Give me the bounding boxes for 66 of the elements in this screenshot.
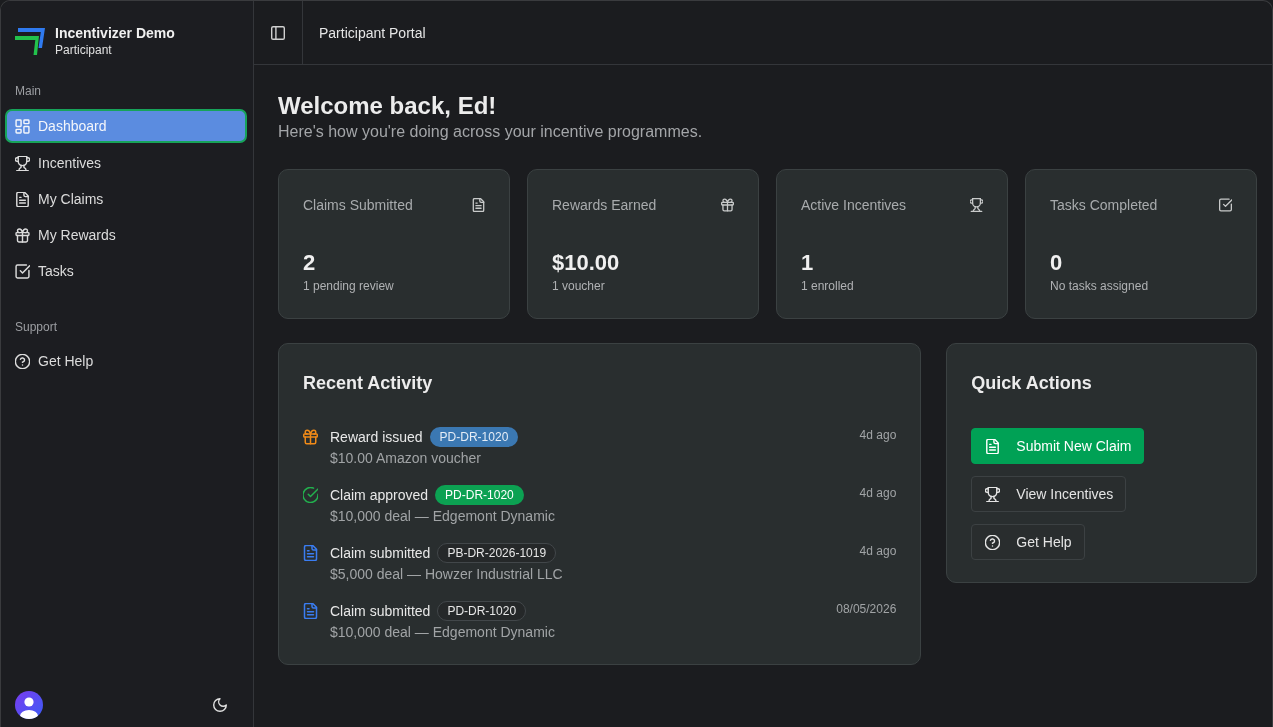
check-circle-icon bbox=[303, 487, 318, 503]
reference-tag: PD-DR-1020 bbox=[437, 601, 527, 621]
activity-title: Claim submitted bbox=[330, 603, 431, 619]
layout-grid-icon bbox=[15, 118, 30, 134]
section-heading: Support bbox=[14, 319, 58, 335]
checkbox-icon bbox=[15, 263, 30, 279]
moon-icon bbox=[213, 698, 227, 712]
stat-note: 1 pending review bbox=[303, 278, 394, 294]
help-icon bbox=[985, 534, 1001, 550]
page-title: Participant Portal bbox=[319, 24, 426, 41]
trophy-icon bbox=[970, 198, 983, 212]
sidebar-item[interactable]: Incentives bbox=[5, 147, 247, 179]
sidebar-item[interactable]: Tasks bbox=[5, 255, 247, 287]
gift-icon bbox=[721, 198, 734, 212]
trophy-icon bbox=[15, 155, 30, 171]
reference-tag: PD-DR-1020 bbox=[435, 485, 524, 505]
gift-icon bbox=[303, 429, 318, 445]
help-icon bbox=[15, 353, 30, 369]
activity-time: 4d ago bbox=[859, 427, 897, 443]
document-icon bbox=[985, 438, 1001, 454]
activity-detail: $10,000 deal — Edgemont Dynamic bbox=[330, 623, 555, 642]
checkbox-icon bbox=[1219, 198, 1232, 212]
activity-title: Claim approved bbox=[330, 487, 429, 503]
section-heading: Main bbox=[14, 83, 41, 99]
trophy-icon bbox=[985, 486, 1001, 502]
activity-detail: $10.00 Amazon voucher bbox=[330, 449, 481, 468]
document-icon bbox=[472, 198, 485, 212]
app-name: Incentivizer Demo bbox=[55, 24, 175, 42]
activity-time: 08/05/2026 bbox=[836, 601, 897, 617]
quick-action-button[interactable]: View Incentives bbox=[971, 476, 1127, 512]
quick-action-button[interactable]: Get Help bbox=[971, 524, 1085, 560]
sidebar-item[interactable]: Get Help bbox=[5, 345, 247, 377]
activity-time: 4d ago bbox=[859, 543, 897, 559]
reference-tag: PB-DR-2026-1019 bbox=[437, 543, 557, 563]
gift-icon bbox=[15, 227, 30, 243]
document-icon bbox=[303, 603, 318, 619]
reference-tag: PD-DR-1020 bbox=[429, 427, 519, 447]
stat-label: Rewards Earned bbox=[552, 197, 657, 213]
activity-detail: $10,000 deal — Edgemont Dynamic bbox=[330, 507, 555, 526]
activity-detail: $5,000 deal — Howzer Industrial LLC bbox=[330, 565, 563, 584]
welcome-heading: Welcome back, Ed! bbox=[278, 91, 498, 121]
stat-label: Tasks Completed bbox=[1050, 197, 1158, 213]
stat-value: $10.00 bbox=[552, 249, 620, 277]
stat-value: 0 bbox=[1050, 249, 1063, 277]
document-icon bbox=[15, 191, 30, 207]
stat-label: Claims Submitted bbox=[303, 197, 413, 213]
panel-title: Quick Actions bbox=[971, 372, 1092, 395]
sidebar-item[interactable]: My Claims bbox=[5, 183, 247, 215]
stat-value: 1 bbox=[801, 249, 814, 277]
logo-icon bbox=[15, 26, 46, 56]
theme-toggle-button[interactable] bbox=[213, 698, 227, 712]
stat-label: Active Incentives bbox=[801, 197, 907, 213]
sidebar-icon bbox=[271, 25, 285, 40]
document-icon bbox=[303, 545, 318, 561]
user-avatar-icon[interactable] bbox=[15, 691, 43, 719]
user-role: Participant bbox=[55, 42, 113, 58]
activity-time: 4d ago bbox=[859, 485, 897, 501]
stat-value: 2 bbox=[303, 249, 316, 277]
stat-note: 1 voucher bbox=[552, 278, 605, 294]
stat-note: 1 enrolled bbox=[801, 278, 854, 294]
activity-title: Claim submitted bbox=[330, 545, 431, 561]
panel-title: Recent Activity bbox=[303, 372, 433, 395]
activity-title: Reward issued bbox=[330, 429, 423, 445]
sidebar-item[interactable]: My Rewards bbox=[5, 219, 247, 251]
welcome-subtitle: Here's how you're doing across your incentive programmes. bbox=[278, 122, 704, 142]
stat-note: No tasks assigned bbox=[1050, 278, 1149, 294]
